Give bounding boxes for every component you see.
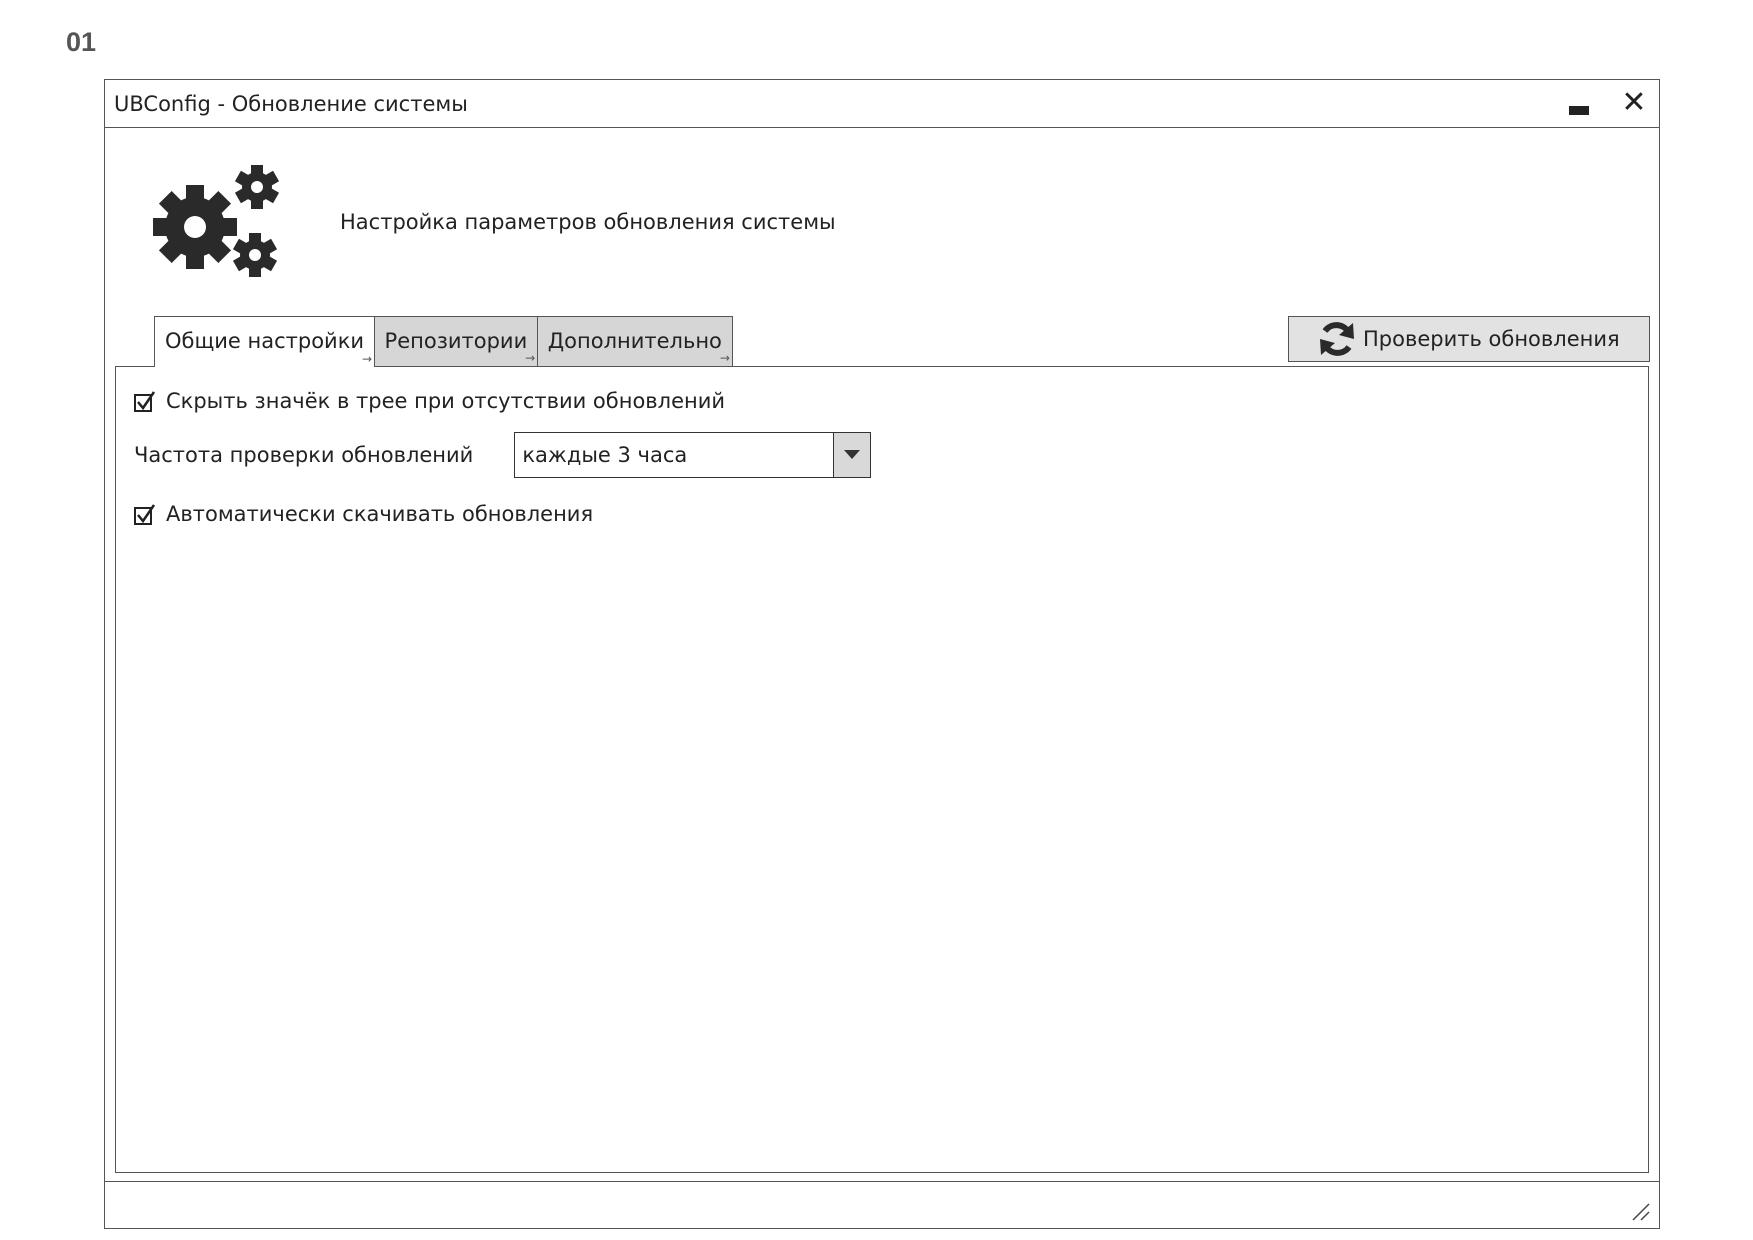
- frequency-value: каждые 3 часа: [522, 443, 688, 467]
- frequency-label: Частота проверки обновлений: [134, 443, 474, 467]
- resize-grip-icon[interactable]: [1629, 1200, 1651, 1222]
- title-bar: UBConfig - Обновление системы ✕: [105, 80, 1659, 128]
- arrow-right-icon: →: [719, 351, 730, 365]
- page-number: 01: [66, 27, 97, 57]
- main-window: UBConfig - Обновление системы ✕ Настройк…: [104, 79, 1660, 1229]
- auto-download-row: Автоматически скачивать обновления: [134, 502, 593, 526]
- auto-download-label: Автоматически скачивать обновления: [166, 502, 594, 526]
- tab-repositories[interactable]: Репозитории →: [373, 316, 539, 366]
- window-title: UBConfig - Обновление системы: [114, 92, 468, 116]
- status-bar: [105, 1181, 1659, 1228]
- auto-download-checkbox[interactable]: [134, 503, 156, 525]
- frequency-select[interactable]: каждые 3 часа: [514, 432, 872, 478]
- frequency-row: Частота проверки обновлений каждые 3 час…: [134, 432, 872, 478]
- tab-bar: Общие настройки → Репозитории → Дополнит…: [154, 316, 733, 367]
- tab-label: Репозитории: [384, 329, 528, 353]
- tab-general[interactable]: Общие настройки →: [154, 316, 376, 367]
- hide-tray-row: Скрыть значёк в трее при отсутствии обно…: [134, 389, 725, 413]
- tab-panel-general: Скрыть значёк в трее при отсутствии обно…: [115, 366, 1649, 1173]
- hide-tray-checkbox[interactable]: [134, 390, 156, 412]
- arrow-right-icon: →: [525, 351, 536, 365]
- arrow-right-icon: →: [361, 352, 373, 366]
- tab-label: Общие настройки: [165, 329, 365, 353]
- tab-label: Дополнительно: [547, 329, 722, 353]
- minimize-icon[interactable]: [1569, 106, 1589, 115]
- hide-tray-label: Скрыть значёк в трее при отсутствии обно…: [166, 389, 726, 413]
- check-updates-button[interactable]: Проверить обновления: [1288, 316, 1650, 362]
- header-description: Настройка параметров обновления системы: [340, 210, 836, 234]
- check-updates-label: Проверить обновления: [1363, 327, 1620, 351]
- tab-advanced[interactable]: Дополнительно →: [536, 316, 733, 366]
- gears-icon: [153, 163, 283, 287]
- chevron-down-icon[interactable]: [833, 433, 871, 477]
- close-icon[interactable]: ✕: [1619, 88, 1649, 118]
- refresh-icon: [1320, 322, 1354, 356]
